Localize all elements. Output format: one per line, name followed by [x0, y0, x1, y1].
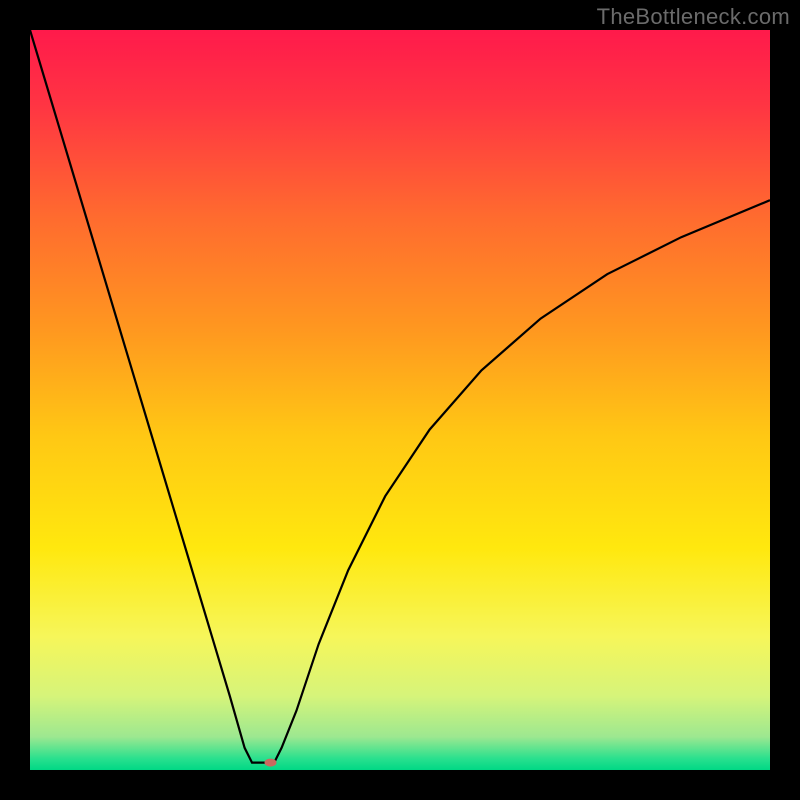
- minimum-marker: [265, 759, 277, 767]
- watermark-text: TheBottleneck.com: [597, 4, 790, 30]
- chart-svg: [30, 30, 770, 770]
- chart-frame: TheBottleneck.com: [0, 0, 800, 800]
- plot-area: [30, 30, 770, 770]
